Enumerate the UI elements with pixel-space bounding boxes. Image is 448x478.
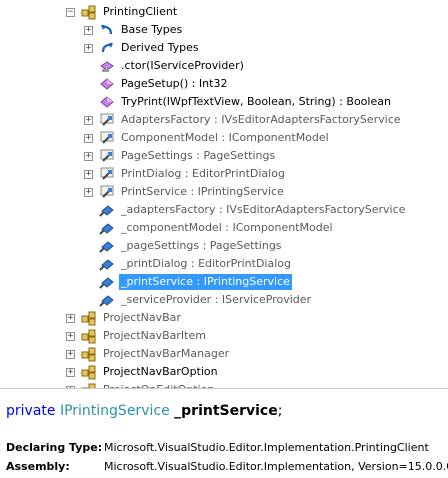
signature-terminator: ;	[277, 403, 283, 419]
tree-row[interactable]: + ProjectNavBar	[66, 309, 183, 327]
tree-row[interactable]: + ProjectNavBarManager	[66, 345, 231, 363]
expander-spacer	[84, 206, 93, 215]
field-icon	[99, 202, 115, 218]
expander-spacer	[84, 62, 93, 71]
tree-row-label[interactable]: PrintService : IPrintingService	[119, 184, 286, 200]
expand-toggle[interactable]: +	[84, 25, 93, 35]
expand-toggle[interactable]: +	[84, 169, 93, 179]
tree-row-label[interactable]: PageSetup() : Int32	[119, 76, 229, 92]
property-icon	[99, 130, 115, 146]
signature-member-name: _printService	[174, 403, 278, 419]
member-details-pane: private IPrintingService _printService; …	[0, 389, 448, 478]
expander-spacer	[84, 80, 93, 89]
derived-types-icon	[99, 40, 115, 56]
tree-row[interactable]: + ComponentModel : IComponentModel	[84, 129, 331, 147]
tree-row[interactable]: + PageSettings : PageSettings	[84, 147, 277, 165]
field-icon	[99, 256, 115, 272]
method-icon	[99, 94, 115, 110]
class-icon	[81, 328, 97, 344]
tree-row[interactable]: + ProjectNavBarItem	[66, 327, 208, 345]
tree-row[interactable]: + ProjectNavBarOption	[66, 363, 220, 381]
declaring-type-label: Declaring Type:	[6, 441, 103, 454]
tree-row[interactable]: PageSetup() : Int32	[84, 75, 229, 93]
tree-row[interactable]: _componentModel : IComponentModel	[84, 219, 335, 237]
property-icon	[99, 148, 115, 164]
expander-spacer	[84, 98, 93, 107]
class-icon	[81, 364, 97, 380]
tree-row[interactable]: TryPrint(IWpfTextView, Boolean, String) …	[84, 93, 393, 111]
assembly-value[interactable]: Microsoft.VisualStudio.Editor.Implementa…	[104, 460, 448, 473]
signature-type-link[interactable]: IPrintingService	[60, 403, 170, 419]
tree-row-label[interactable]: ProjectNavBarManager	[101, 346, 231, 362]
tree-row[interactable]: _printService : IPrintingService	[84, 273, 292, 291]
signature-modifier: private	[6, 403, 56, 419]
class-icon	[81, 4, 97, 20]
tree-row-label[interactable]: _serviceProvider : IServiceProvider	[119, 292, 313, 308]
property-icon	[99, 112, 115, 128]
tree-row-label[interactable]: _componentModel : IComponentModel	[119, 220, 335, 236]
expander-spacer	[84, 260, 93, 269]
assembly-tree-view[interactable]: − PrintingClient + Base Types + Derived Types…	[0, 0, 448, 388]
tree-row-label[interactable]: _printDialog : EditorPrintDialog	[119, 256, 293, 272]
tree-row[interactable]: − PrintingClient	[66, 3, 179, 21]
expander-spacer	[84, 296, 93, 305]
tree-row[interactable]: _adaptersFactory : IVsEditorAdaptersFact…	[84, 201, 407, 219]
expander-spacer	[84, 278, 93, 287]
tree-row-label[interactable]: PageSettings : PageSettings	[119, 148, 277, 164]
tree-row-label[interactable]: ComponentModel : IComponentModel	[119, 130, 331, 146]
tree-row-label[interactable]: PrintDialog : EditorPrintDialog	[119, 166, 287, 182]
class-icon	[81, 310, 97, 326]
tree-row[interactable]: + PrintDialog : EditorPrintDialog	[84, 165, 287, 183]
property-icon	[99, 184, 115, 200]
expand-toggle[interactable]: +	[84, 115, 93, 125]
expand-toggle[interactable]: +	[66, 331, 75, 341]
expand-toggle[interactable]: +	[84, 43, 93, 53]
tree-row[interactable]: + Derived Types	[84, 39, 201, 57]
base-types-icon	[99, 22, 115, 38]
expand-toggle[interactable]: +	[66, 367, 75, 377]
tree-row-label[interactable]: AdaptersFactory : IVsEditorAdaptersFacto…	[119, 112, 403, 128]
tree-row-label[interactable]: Derived Types	[119, 40, 201, 56]
tree-row[interactable]: + Base Types	[84, 21, 184, 39]
tree-row[interactable]: _serviceProvider : IServiceProvider	[84, 291, 313, 309]
expand-toggle[interactable]: +	[84, 151, 93, 161]
expander-spacer	[84, 242, 93, 251]
tree-row-label[interactable]: ProjectNavBarItem	[101, 328, 208, 344]
expand-toggle[interactable]: +	[84, 187, 93, 197]
field-icon	[99, 274, 115, 290]
expand-toggle[interactable]: +	[66, 313, 75, 323]
tree-row[interactable]: .ctor(IServiceProvider)	[84, 57, 246, 75]
assembly-label: Assembly:	[6, 460, 70, 473]
method-icon	[99, 76, 115, 92]
tree-row-label[interactable]: TryPrint(IWpfTextView, Boolean, String) …	[119, 94, 393, 110]
tree-row[interactable]: _printDialog : EditorPrintDialog	[84, 255, 293, 273]
tree-row-label[interactable]: PrintingClient	[101, 4, 179, 20]
tree-row-label-selected[interactable]: _printService : IPrintingService	[119, 274, 292, 290]
constructor-icon	[99, 58, 115, 74]
declaring-type-value[interactable]: Microsoft.VisualStudio.Editor.Implementa…	[104, 441, 429, 454]
expander-spacer	[84, 224, 93, 233]
tree-row-label[interactable]: ProjectNavBar	[101, 310, 183, 326]
tree-row-label[interactable]: ProjectNavBarOption	[101, 364, 220, 380]
member-signature: private IPrintingService _printService;	[6, 403, 282, 419]
assembly-row: Assembly: Microsoft.VisualStudio.Editor.I…	[6, 460, 448, 473]
field-icon	[99, 292, 115, 308]
expand-toggle[interactable]: +	[84, 133, 93, 143]
field-icon	[99, 238, 115, 254]
property-icon	[99, 166, 115, 182]
tree-row[interactable]: +ProjectOnEditOption	[66, 381, 216, 388]
tree-row[interactable]: + PrintService : IPrintingService	[84, 183, 286, 201]
tree-row[interactable]: _pageSettings : PageSettings	[84, 237, 284, 255]
class-icon	[81, 346, 97, 362]
field-icon	[99, 220, 115, 236]
tree-row-label[interactable]: .ctor(IServiceProvider)	[119, 58, 246, 74]
tree-row[interactable]: + AdaptersFactory : IVsEditorAdaptersFact…	[84, 111, 403, 129]
tree-row-label[interactable]: Base Types	[119, 22, 184, 38]
collapse-toggle[interactable]: −	[66, 7, 75, 17]
expand-toggle[interactable]: +	[66, 349, 75, 359]
tree-row-label[interactable]: _adaptersFactory : IVsEditorAdaptersFact…	[119, 202, 407, 218]
declaring-type-row: Declaring Type: Microsoft.VisualStudio.Ed…	[6, 441, 429, 454]
tree-row-label[interactable]: _pageSettings : PageSettings	[119, 238, 284, 254]
